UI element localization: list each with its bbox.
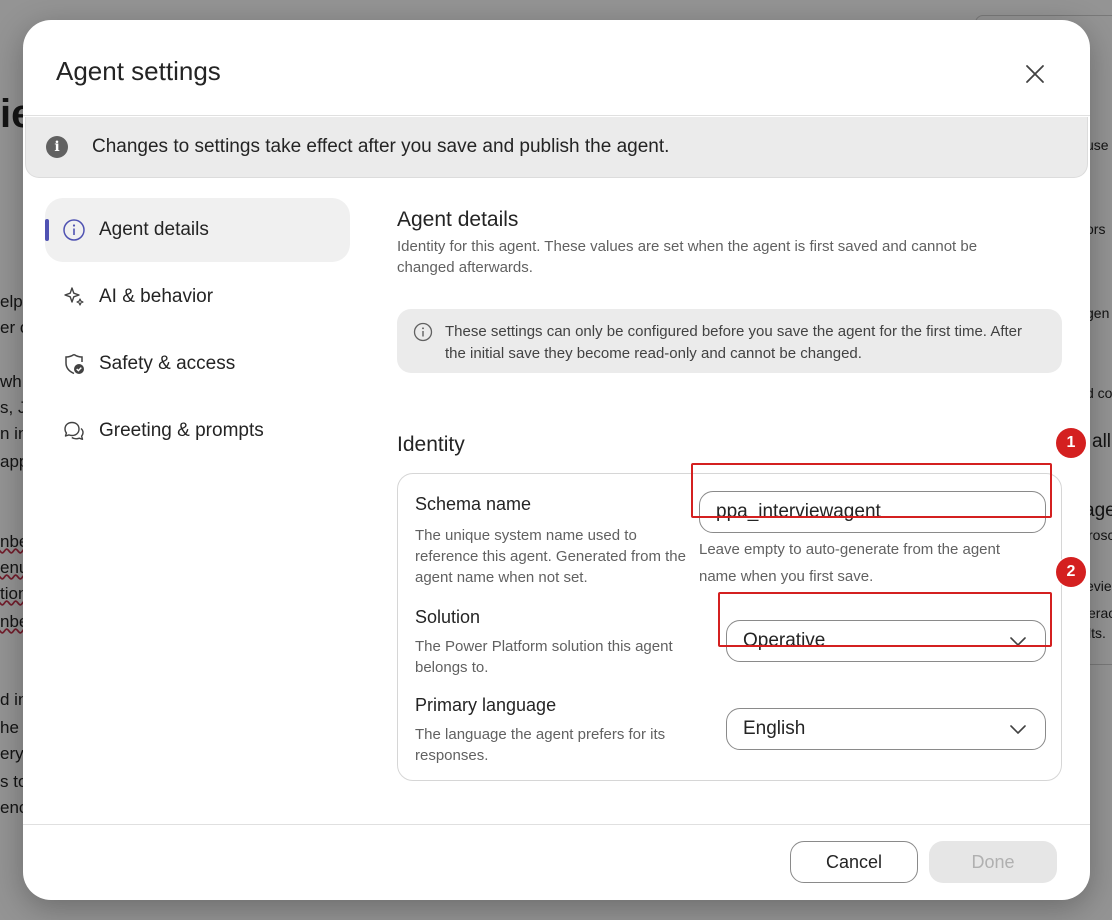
section-description: Identity for this agent. These values ar… — [397, 238, 978, 276]
dialog-footer: Cancel Done — [23, 824, 1090, 900]
nav-item-agent-details[interactable]: Agent details — [45, 198, 350, 262]
step-marker-2: 2 — [1056, 557, 1086, 587]
schema-name-helper: Leave empty to auto-generate from the ag… — [699, 541, 1001, 585]
cancel-button[interactable]: Cancel — [790, 841, 918, 883]
nav-item-label: Greeting & prompts — [99, 420, 264, 441]
shield-check-icon — [65, 353, 84, 375]
primary-language-dropdown[interactable]: English — [726, 708, 1046, 750]
dialog-title: Agent settings — [56, 56, 221, 86]
nav-item-greeting-prompts[interactable]: Greeting & prompts — [45, 399, 350, 463]
solution-highlight — [718, 592, 1052, 647]
identity-title: Identity — [397, 433, 465, 456]
schema-name-highlight — [691, 463, 1052, 518]
nav-item-label: Safety & access — [99, 353, 236, 374]
info-filled-icon: i — [46, 136, 68, 158]
nav-item-label: Agent details — [99, 219, 209, 240]
chat-bubbles-icon — [64, 421, 84, 440]
info-icon — [63, 219, 85, 241]
primary-language-label: Primary language — [415, 695, 557, 715]
step-marker-1: 1 — [1056, 428, 1086, 458]
sparkle-icon — [64, 287, 84, 306]
nav-item-label: AI & behavior — [99, 286, 214, 307]
done-button[interactable]: Done — [929, 841, 1057, 883]
agent-settings-dialog: Agent settings i Changes to settings tak… — [23, 20, 1090, 900]
info-banner-text: Changes to settings take effect after yo… — [92, 136, 670, 157]
read-only-notice: These settings can only be configured be… — [397, 309, 1062, 373]
nav-item-ai-behavior[interactable]: AI & behavior — [45, 265, 350, 329]
schema-name-label: Schema name — [415, 494, 532, 514]
nav-item-safety-access[interactable]: Safety & access — [45, 332, 350, 396]
solution-label: Solution — [415, 607, 481, 627]
close-button[interactable] — [1019, 58, 1051, 90]
solution-description: The Power Platform solution this agent b… — [415, 638, 673, 676]
chevron-down-icon — [1010, 725, 1026, 734]
section-title: Agent details — [397, 208, 519, 231]
dialog-header: Agent settings — [23, 20, 1090, 116]
primary-language-description: The language the agent prefers for its r… — [415, 726, 666, 764]
settings-nav: Agent details AI & behavior Safety & acc… — [45, 198, 350, 466]
schema-name-description: The unique system name used to reference… — [415, 527, 686, 586]
language-selected-value: English — [743, 718, 806, 739]
notice-text: These settings can only be configured be… — [445, 323, 1022, 362]
info-banner: i Changes to settings take effect after … — [25, 117, 1088, 178]
info-icon — [413, 322, 433, 342]
close-icon — [1026, 65, 1044, 83]
